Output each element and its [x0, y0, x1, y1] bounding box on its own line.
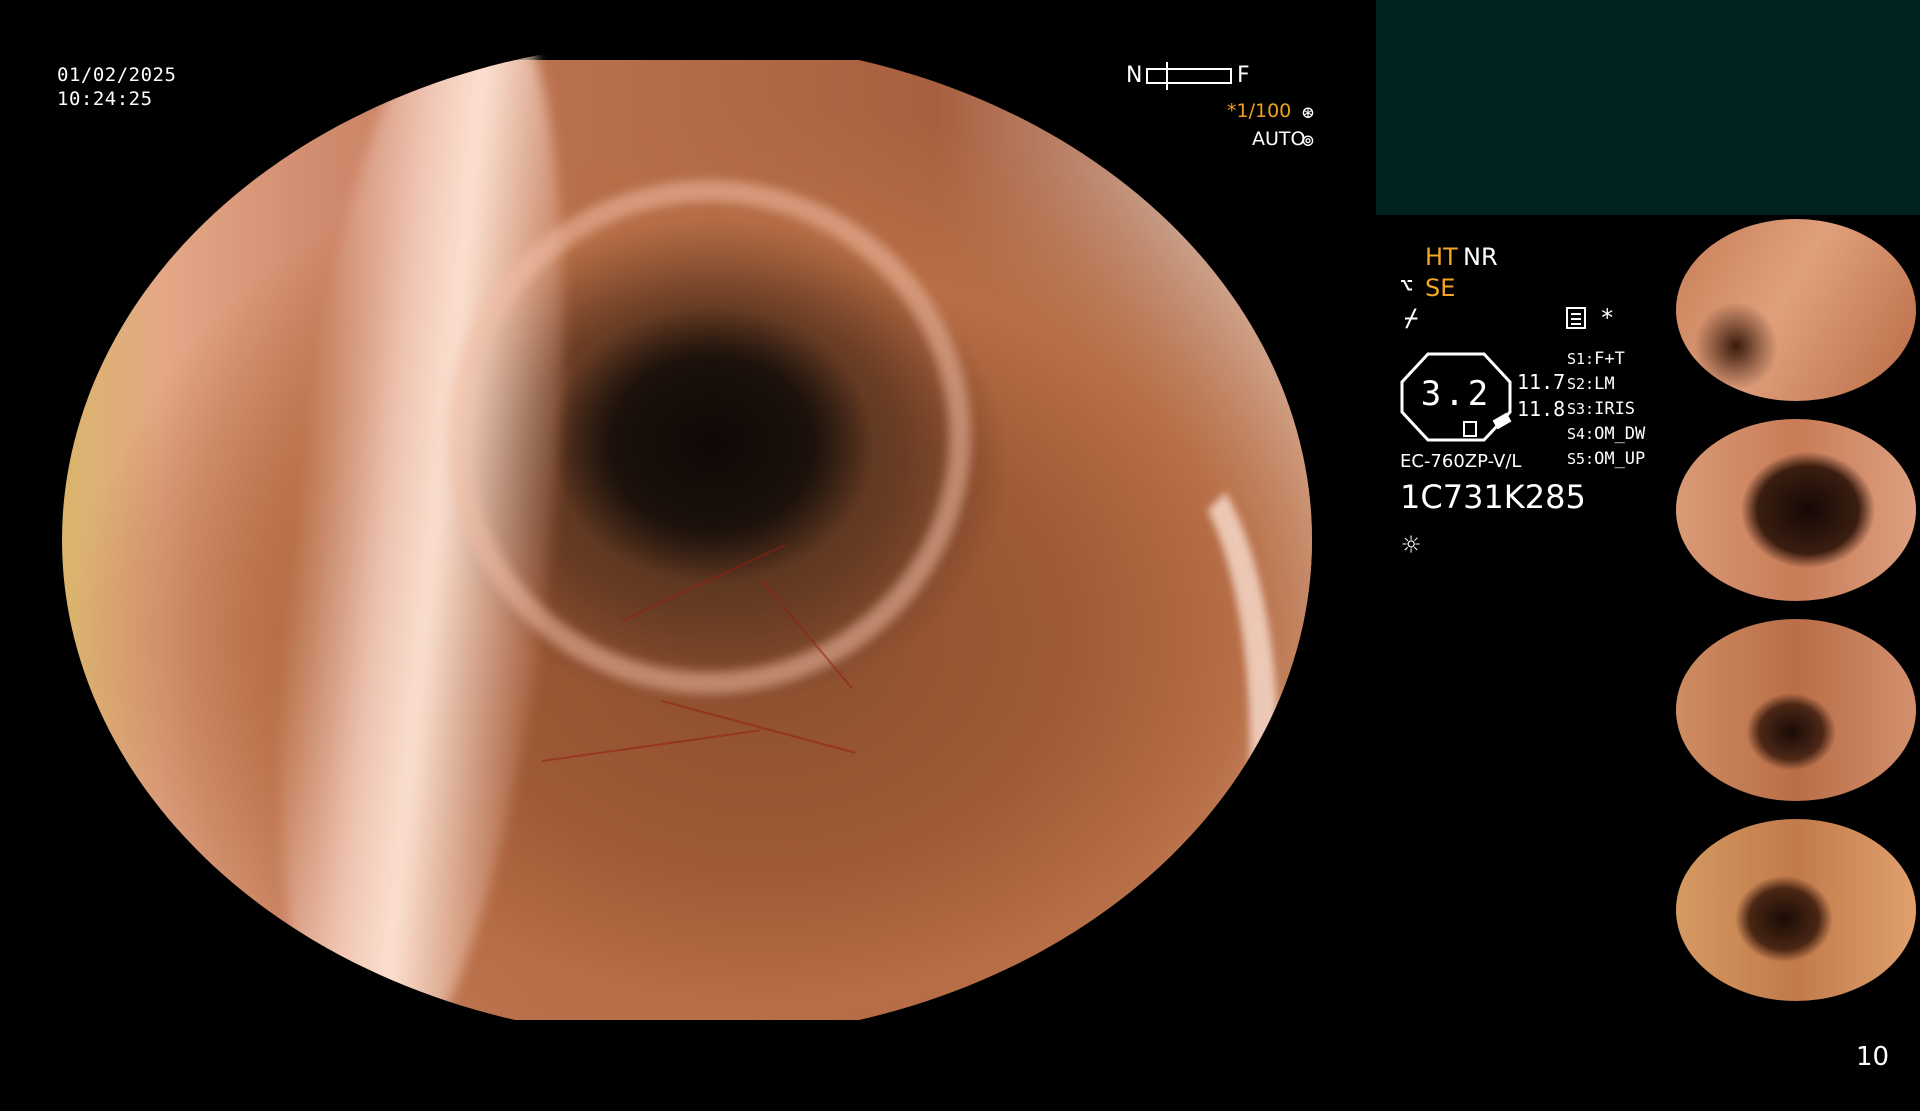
iris-icon: ⊚ — [1302, 128, 1315, 152]
nr-indicator: NR — [1463, 243, 1498, 271]
capture-thumbnail[interactable] — [1672, 615, 1920, 805]
structure-enhance-icon: ⌥ — [1400, 274, 1414, 299]
focus-indicator — [1166, 62, 1168, 90]
lumen-fold-ring — [447, 180, 971, 694]
document-icon — [1566, 307, 1586, 329]
color-enhance-icon: ⌿ — [1404, 304, 1419, 332]
thumbnail-image — [1676, 219, 1916, 401]
zoom-value: 3.2 — [1420, 374, 1492, 414]
thumbnail-image — [1676, 819, 1916, 1001]
ht-indicator: HT — [1425, 243, 1458, 271]
switch-s5: S5:OM_UP — [1567, 449, 1646, 469]
star-icon: * — [1600, 304, 1615, 332]
reading-value-1: 11.7 — [1517, 370, 1566, 394]
reading-value-2: 11.8 — [1517, 397, 1566, 421]
vessel-line — [541, 729, 760, 762]
shutter-speed: *1/100 — [1227, 100, 1292, 122]
focus-bar — [1146, 68, 1232, 84]
iris-mode: AUTO — [1252, 128, 1306, 150]
page-number: 10 — [1856, 1042, 1890, 1072]
vessel-line — [661, 700, 856, 754]
switch-s3: S3:IRIS — [1567, 399, 1636, 419]
thumbnail-image — [1676, 419, 1916, 601]
time-display: 10:24:25 — [57, 88, 153, 110]
endoscope-view — [62, 40, 1312, 1040]
capture-thumbnail[interactable] — [1672, 415, 1920, 605]
se-indicator: SE — [1425, 274, 1456, 302]
light-source-icon: ☼ — [1402, 528, 1421, 563]
thumbnail-image — [1676, 619, 1916, 801]
info-panel-top — [1376, 0, 1920, 215]
capture-thumbnail[interactable] — [1672, 815, 1920, 1005]
switch-s1: S1:F+T — [1567, 349, 1625, 369]
aperture-icon: ⊛ — [1302, 100, 1315, 124]
switch-s4: S4:OM_DW — [1567, 424, 1646, 444]
scope-serial: 1C731K285 — [1400, 478, 1586, 516]
mucosal-fold-right — [1042, 440, 1278, 1040]
capture-thumbnail[interactable] — [1672, 215, 1920, 405]
focus-far-label: F — [1237, 63, 1250, 88]
focus-near-label: N — [1126, 63, 1143, 88]
date-display: 01/02/2025 — [57, 64, 177, 86]
scope-model: EC-760ZP-V/L — [1400, 451, 1522, 472]
switch-s2: S2:LM — [1567, 374, 1615, 394]
